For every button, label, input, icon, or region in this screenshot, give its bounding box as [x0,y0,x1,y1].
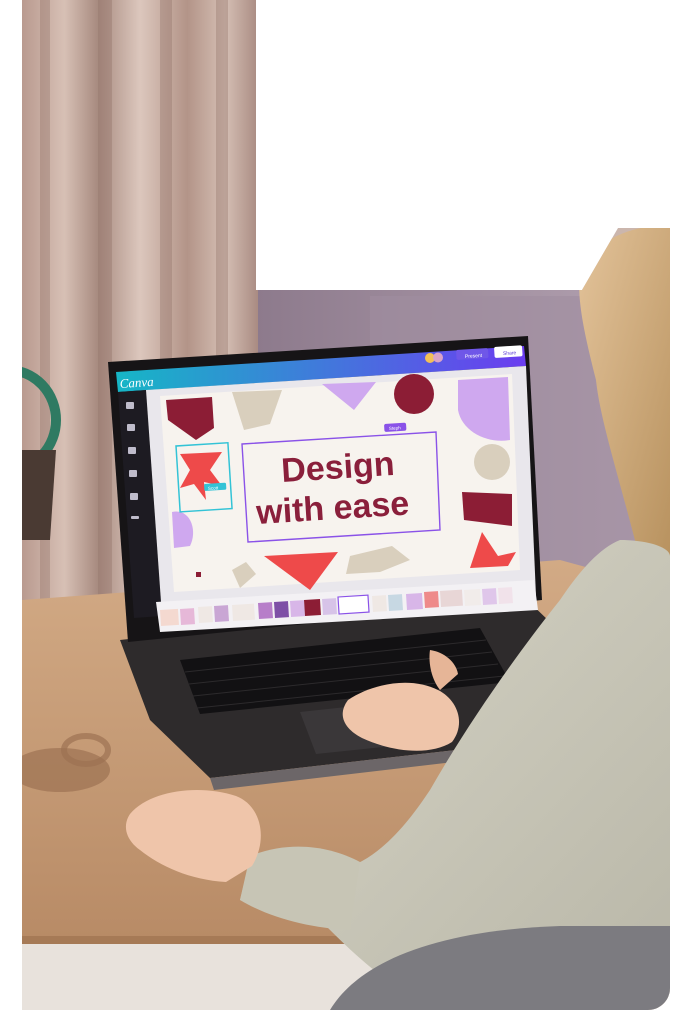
svg-text:Scott: Scott [208,485,219,491]
thumbnail[interactable] [197,606,213,623]
collab-tag-steph: Steph [384,422,407,432]
thumbnail[interactable] [214,605,229,622]
thumbnail[interactable] [482,588,497,605]
share-button[interactable]: Share [494,345,523,358]
templates-icon[interactable] [126,402,134,409]
text-icon[interactable] [129,470,137,477]
thumbnail[interactable] [322,598,337,615]
share-label: Share [503,350,517,357]
avatar [433,352,443,363]
thumbnail[interactable] [290,600,305,617]
maroon-dot [196,572,201,577]
uploads-icon[interactable] [130,493,138,500]
present-label: Present [465,353,483,360]
svg-text:Steph: Steph [389,425,402,431]
thumbnail[interactable] [160,608,179,626]
design-icon[interactable] [127,424,135,431]
beige-circle[interactable] [474,444,510,480]
thumbnail[interactable] [304,598,321,616]
elements-icon[interactable] [128,447,136,454]
canva-logo: Canva [119,374,154,391]
thumbnail[interactable] [440,589,463,607]
thumbnail-selected[interactable] [337,594,370,615]
thumbnail[interactable] [372,595,387,612]
headline-line1[interactable]: Design [280,445,396,490]
thumbnail[interactable] [231,603,255,621]
thumbnail[interactable] [463,588,481,606]
thumbnail[interactable] [406,592,423,610]
thumbnail[interactable] [274,601,289,618]
photo-illustration: Canva Present Share Scott Steph Design w… [22,0,670,1010]
thumbnail[interactable] [180,608,195,625]
thumbnail[interactable] [498,587,513,604]
collab-tag-scott: Scott [204,482,227,491]
maroon-circle[interactable] [394,374,434,414]
thumbnail[interactable] [423,591,439,608]
scene-frame: Canva Present Share Scott Steph Design w… [22,0,670,1010]
more-icon[interactable] [131,516,139,519]
thumbnail[interactable] [258,602,273,619]
photo-scene: Canva Present Share Scott Steph Design w… [0,0,678,1016]
laptop-screen: Canva Present Share Scott Steph Design w… [116,345,538,632]
thumbnail[interactable] [388,594,403,611]
present-button[interactable]: Present [456,348,489,360]
